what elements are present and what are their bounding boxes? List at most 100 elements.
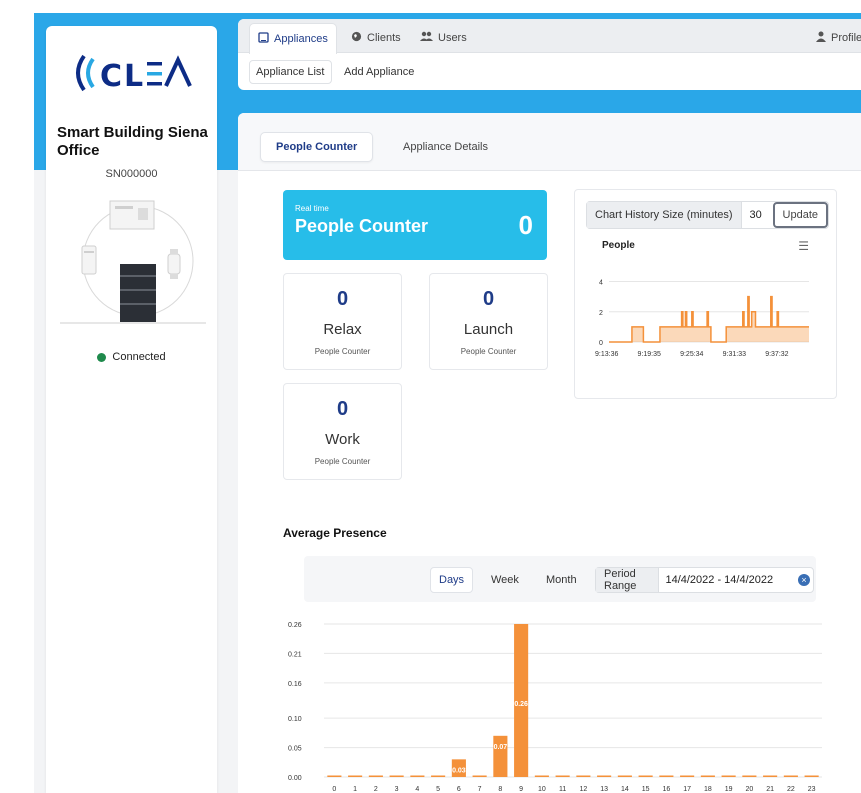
period-range-group: Period Range 14/4/2022 - 14/4/2022 × xyxy=(595,567,814,593)
counter-card-relax: 0 Relax People Counter xyxy=(283,273,402,370)
history-y-tick-label: 0 xyxy=(599,340,603,347)
average-x-tick-label: 21 xyxy=(766,786,774,793)
average-x-tick-label: 13 xyxy=(600,786,608,793)
average-x-tick-label: 10 xyxy=(538,786,546,793)
sidebar: CL Smart Building Siena Office SN000000 xyxy=(46,26,217,793)
average-bar xyxy=(555,775,570,777)
realtime-value: 0 xyxy=(518,210,533,240)
tab-users-label: Users xyxy=(438,32,467,44)
period-range-label: Period Range xyxy=(596,568,660,592)
average-y-tick-label: 0.05 xyxy=(288,746,302,753)
counter-subtitle: People Counter xyxy=(460,347,517,356)
average-x-tick-label: 20 xyxy=(745,786,753,793)
tab-appliances[interactable]: Appliances xyxy=(249,23,337,54)
days-button[interactable]: Days xyxy=(430,567,474,593)
average-bar xyxy=(597,775,612,777)
average-bar xyxy=(348,775,363,777)
subnav-add-appliance[interactable]: Add Appliance xyxy=(338,60,420,84)
month-button[interactable]: Month xyxy=(538,567,585,593)
average-bar xyxy=(742,775,757,777)
tablet-icon xyxy=(258,32,269,46)
history-size-label: Chart History Size (minutes) xyxy=(587,202,742,228)
history-x-tick-label: 9:13:36 xyxy=(595,351,618,358)
counter-value: 0 xyxy=(336,288,349,310)
nav-tab-bar: Appliances Clients Users Profile xyxy=(238,19,861,54)
top-nav: Appliances Clients Users Profile Applian… xyxy=(238,19,861,90)
update-button[interactable]: Update xyxy=(772,202,828,228)
average-x-tick-label: 9 xyxy=(519,786,523,793)
counter-card-work: 0 Work People Counter xyxy=(283,383,402,480)
history-chart-card: Chart History Size (minutes) 30 Update P… xyxy=(574,189,837,399)
average-y-tick-label: 0.26 xyxy=(288,622,302,629)
users-icon xyxy=(420,31,433,45)
week-button[interactable]: Week xyxy=(483,567,527,593)
average-bar xyxy=(804,775,819,777)
average-bar xyxy=(659,775,674,777)
average-x-tick-label: 5 xyxy=(436,786,440,793)
average-bar-data-label: 0.03 xyxy=(452,767,466,774)
average-x-tick-label: 17 xyxy=(683,786,691,793)
history-chart-title: People xyxy=(602,240,635,251)
average-bar xyxy=(700,775,715,777)
main-tab-bar: People Counter Appliance Details xyxy=(238,113,861,171)
average-bar xyxy=(493,735,508,777)
serial-number: SN000000 xyxy=(105,168,158,180)
connection-status: Connected xyxy=(46,351,217,363)
average-x-tick-label: 15 xyxy=(642,786,650,793)
history-size-input[interactable]: 30 xyxy=(742,202,770,228)
chart-menu-icon[interactable]: ☰ xyxy=(798,239,809,253)
average-bar-data-label: 0.07 xyxy=(494,744,508,751)
average-x-tick-label: 22 xyxy=(787,786,795,793)
average-x-tick-label: 11 xyxy=(559,786,566,793)
average-bar xyxy=(783,775,798,777)
average-x-tick-label: 14 xyxy=(621,786,629,793)
average-x-tick-label: 7 xyxy=(478,786,482,793)
history-x-tick-label: 9:25:34 xyxy=(680,351,703,358)
clear-icon[interactable]: × xyxy=(798,574,810,586)
device-illustration xyxy=(60,191,206,329)
tab-users[interactable]: Users xyxy=(412,23,475,53)
history-x-tick-label: 9:37:32 xyxy=(765,351,788,358)
connection-status-label: Connected xyxy=(112,351,166,363)
subnav-appliance-list[interactable]: Appliance List xyxy=(249,60,332,84)
average-bar xyxy=(327,775,342,777)
profile-menu[interactable]: Profile xyxy=(808,23,861,53)
average-y-tick-label: 0.10 xyxy=(288,716,302,723)
realtime-counter-card: Real time People Counter 0 xyxy=(283,190,547,260)
realtime-caption: Real time xyxy=(295,204,329,213)
average-bar xyxy=(576,775,591,777)
average-bar xyxy=(410,775,425,777)
history-x-tick-label: 9:31:33 xyxy=(723,351,746,358)
tab-people-counter[interactable]: People Counter xyxy=(260,132,374,162)
svg-text:CL: CL xyxy=(100,59,145,94)
counter-card-launch: 0 Launch People Counter xyxy=(429,273,548,370)
average-y-tick-label: 0.21 xyxy=(288,651,302,658)
average-y-tick-label: 0.00 xyxy=(288,775,302,782)
tab-appliances-label: Appliances xyxy=(274,33,328,45)
average-x-tick-label: 12 xyxy=(579,786,587,793)
average-bar xyxy=(389,775,404,777)
tab-appliance-details[interactable]: Appliance Details xyxy=(388,132,503,162)
clea-logo: CL xyxy=(70,44,200,102)
average-x-tick-label: 3 xyxy=(395,786,399,793)
average-x-tick-label: 8 xyxy=(498,786,502,793)
average-bar xyxy=(472,775,487,777)
average-bar xyxy=(638,775,653,777)
average-x-tick-label: 23 xyxy=(808,786,816,793)
period-range-input[interactable]: 14/4/2022 - 14/4/2022 × xyxy=(659,568,813,592)
average-x-tick-label: 6 xyxy=(457,786,461,793)
tab-clients[interactable]: Clients xyxy=(343,23,409,53)
main-panel: People Counter Appliance Details Real ti… xyxy=(238,113,861,793)
average-bar xyxy=(617,775,632,777)
average-bar-data-label: 0.26 xyxy=(514,701,528,708)
average-x-tick-label: 16 xyxy=(662,786,670,793)
tab-clients-label: Clients xyxy=(367,32,401,44)
average-x-tick-label: 1 xyxy=(353,786,357,793)
counter-subtitle: People Counter xyxy=(314,347,371,356)
status-dot-icon xyxy=(97,352,107,362)
globe-icon xyxy=(351,31,362,45)
average-bar xyxy=(368,775,383,777)
counter-value: 0 xyxy=(336,398,349,420)
average-x-tick-label: 2 xyxy=(374,786,378,793)
counter-subtitle: People Counter xyxy=(314,457,371,466)
